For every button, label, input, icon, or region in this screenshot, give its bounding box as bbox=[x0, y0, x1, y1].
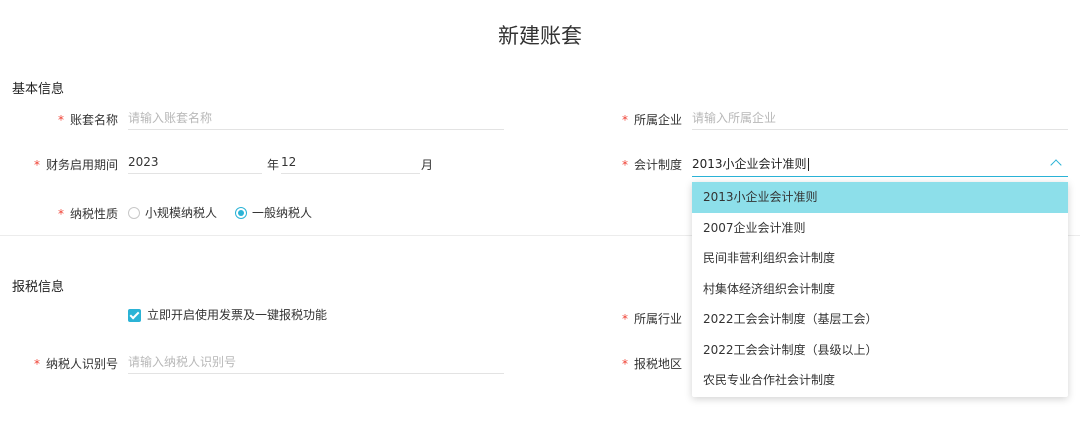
required-mark: * bbox=[33, 158, 40, 172]
required-mark: * bbox=[33, 357, 40, 371]
required-mark: * bbox=[621, 312, 628, 326]
dropdown-option[interactable]: 2013小企业会计准则 bbox=[692, 182, 1068, 213]
required-mark: * bbox=[621, 357, 628, 371]
dropdown-option[interactable]: 2022工会会计制度（县级以上） bbox=[692, 335, 1068, 366]
taxpayer-id-input[interactable] bbox=[128, 355, 504, 369]
chevron-up-icon[interactable] bbox=[1050, 159, 1062, 171]
dropdown-option[interactable]: 2007企业会计准则 bbox=[692, 213, 1068, 244]
region-label: * 报税地区 bbox=[600, 355, 682, 372]
region-label-text: 报税地区 bbox=[633, 357, 682, 371]
taxpayer-id-label-text: 纳税人识别号 bbox=[45, 357, 118, 371]
section-title-basic: 基本信息 bbox=[12, 82, 65, 97]
tax-nature-radio-group: 小规模纳税人 一般纳税人 bbox=[128, 204, 312, 221]
year-input[interactable] bbox=[128, 155, 262, 169]
industry-label-text: 所属行业 bbox=[633, 312, 682, 326]
year-field bbox=[128, 152, 262, 174]
month-unit: 月 bbox=[421, 158, 434, 172]
section-title-tax: 报税信息 bbox=[12, 280, 65, 295]
period-label-text: 财务启用期间 bbox=[45, 158, 118, 172]
radio-small-scale[interactable] bbox=[128, 206, 140, 219]
industry-label: * 所属行业 bbox=[600, 310, 682, 327]
dropdown-option[interactable]: 民间非营利组织会计制度 bbox=[692, 243, 1068, 274]
company-label: * 所属企业 bbox=[600, 111, 682, 128]
taxpayer-id-field bbox=[128, 352, 504, 374]
period-label: * 财务启用期间 bbox=[20, 156, 118, 173]
taxpayer-id-label: * 纳税人识别号 bbox=[20, 355, 118, 372]
accounting-label: * 会计制度 bbox=[600, 156, 682, 173]
dropdown-option[interactable]: 农民专业合作社会计制度 bbox=[692, 365, 1068, 396]
account-name-label: * 账套名称 bbox=[20, 111, 118, 128]
account-name-field bbox=[128, 108, 504, 130]
radio-general-label[interactable]: 一般纳税人 bbox=[252, 204, 312, 221]
account-name-label-text: 账套名称 bbox=[69, 113, 118, 127]
required-mark: * bbox=[57, 207, 64, 221]
month-input[interactable] bbox=[281, 155, 420, 169]
checkbox-checked-icon[interactable] bbox=[128, 309, 141, 322]
radio-small-scale-label[interactable]: 小规模纳税人 bbox=[145, 204, 217, 221]
tax-nature-label: * 纳税性质 bbox=[20, 205, 118, 222]
tax-nature-label-text: 纳税性质 bbox=[69, 207, 118, 221]
company-label-text: 所属企业 bbox=[633, 113, 682, 127]
required-mark: * bbox=[621, 158, 628, 172]
dropdown-option[interactable]: 村集体经济组织会计制度 bbox=[692, 274, 1068, 305]
company-field bbox=[692, 108, 1068, 130]
account-name-input[interactable] bbox=[128, 111, 504, 125]
accounting-select[interactable]: 2013小企业会计准则 bbox=[692, 153, 1068, 177]
month-field bbox=[281, 152, 420, 174]
accounting-select-value: 2013小企业会计准则 bbox=[692, 157, 807, 171]
radio-general[interactable] bbox=[235, 206, 248, 219]
year-unit: 年 bbox=[267, 158, 280, 172]
page-title: 新建账套 bbox=[498, 24, 582, 48]
enable-invoice-label: 立即开启使用发票及一键报税功能 bbox=[147, 308, 328, 322]
company-input[interactable] bbox=[692, 111, 1068, 125]
accounting-dropdown: 2013小企业会计准则 2007企业会计准则 民间非营利组织会计制度 村集体经济… bbox=[692, 182, 1068, 397]
dropdown-option[interactable]: 2022工会会计制度（基层工会） bbox=[692, 304, 1068, 335]
required-mark: * bbox=[621, 113, 628, 127]
required-mark: * bbox=[57, 113, 64, 127]
text-caret bbox=[807, 158, 809, 171]
enable-invoice-checkbox-row[interactable]: 立即开启使用发票及一键报税功能 bbox=[128, 306, 327, 323]
accounting-label-text: 会计制度 bbox=[633, 158, 682, 172]
